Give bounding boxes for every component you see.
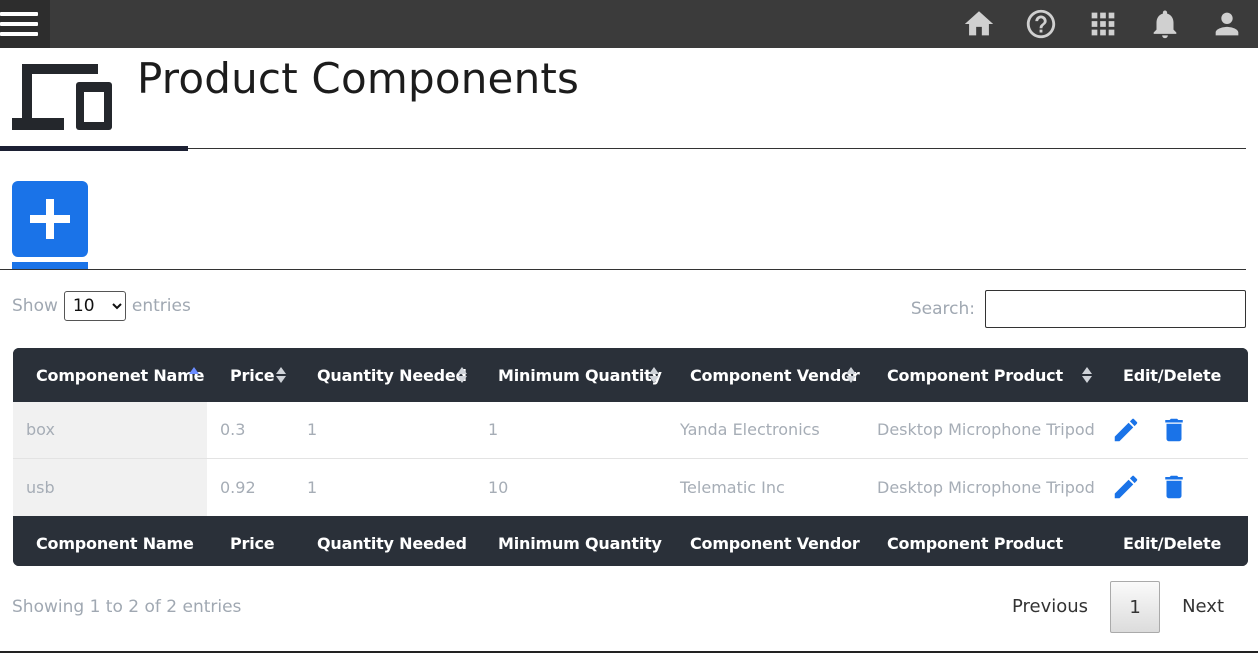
devices-icon — [12, 64, 112, 130]
next-button[interactable]: Next — [1160, 581, 1246, 633]
page-size-select[interactable]: 102550100 — [63, 291, 126, 321]
sort-icon — [276, 367, 286, 383]
col-header-actions: Edit/Delete — [1123, 365, 1222, 385]
pagination: Previous 1 Next — [990, 581, 1246, 633]
help-icon[interactable] — [1010, 0, 1072, 48]
cell-min-qty: 1 — [488, 420, 499, 440]
cell-actions — [1100, 457, 1248, 516]
table-info: Showing 1 to 2 of 2 entries — [12, 597, 242, 617]
cell-actions — [1100, 402, 1248, 458]
cell-name: box — [13, 402, 207, 458]
apps-grid-icon[interactable] — [1072, 0, 1134, 48]
col-header-product[interactable]: Component Product — [864, 348, 1100, 402]
col-footer-vendor: Component Vendor — [690, 533, 860, 553]
sort-icon — [457, 367, 467, 383]
edit-icon[interactable] — [1110, 414, 1142, 446]
cell-price: 0.92 — [207, 457, 294, 516]
cell-qty-needed: 1 — [294, 457, 475, 516]
cell-min-qty: 10 — [475, 457, 667, 516]
home-icon[interactable] — [948, 0, 1010, 48]
table-header-row: Componenet Name Price Quantity Needed Mi… — [13, 348, 1248, 402]
user-icon[interactable] — [1196, 0, 1258, 48]
col-header-price[interactable]: Price — [207, 348, 294, 402]
search-label: Search: — [910, 299, 975, 319]
search-box: Search: — [911, 290, 1246, 328]
cell-vendor: Yanda Electronics — [680, 420, 820, 440]
top-icons — [948, 0, 1258, 48]
menu-icon[interactable] — [0, 0, 50, 48]
cell-qty-needed: 1 — [307, 420, 318, 440]
bell-icon[interactable] — [1134, 0, 1196, 48]
previous-button[interactable]: Previous — [990, 581, 1110, 633]
page-title: Product Components — [137, 54, 580, 103]
toolbar-divider — [0, 269, 1246, 270]
components-table: Componenet Name Price Quantity Needed Mi… — [13, 348, 1248, 566]
cell-price: 0.3 — [220, 420, 246, 440]
col-footer-product: Component Product — [887, 533, 1063, 553]
delete-icon[interactable] — [1158, 414, 1190, 446]
table-row: box 0.3 1 1 Yanda Electronics Desktop Microph… — [13, 402, 1248, 458]
cell-name: usb — [13, 457, 207, 516]
add-component-button[interactable] — [12, 181, 88, 257]
sort-asc-icon — [189, 367, 199, 383]
cell-product: Desktop Microphone Tripod — [864, 457, 1100, 516]
col-footer-actions: Edit/Delete — [1123, 533, 1222, 553]
col-footer-name: Component Name — [36, 533, 194, 553]
table-row: usb 0.92 1 10 Telematic Inc Desktop Microphon… — [13, 457, 1248, 516]
top-bar — [0, 0, 1258, 48]
sort-icon — [846, 367, 856, 383]
sort-icon — [1082, 367, 1092, 383]
search-input[interactable] — [985, 290, 1246, 328]
col-footer-min-qty: Minimum Quantity — [498, 533, 662, 553]
header-accent-bar — [0, 146, 188, 151]
col-footer-price: Price — [230, 533, 275, 553]
col-header-min-qty[interactable]: Minimum Quantity — [475, 348, 667, 402]
show-label: Show — [12, 296, 58, 316]
col-header-name[interactable]: Componenet Name — [13, 348, 207, 402]
col-header-vendor[interactable]: Component Vendor — [667, 348, 864, 402]
col-header-qty-needed[interactable]: Quantity Needed — [294, 348, 475, 402]
edit-icon[interactable] — [1110, 471, 1142, 503]
entries-label: entries — [131, 296, 191, 316]
col-footer-qty-needed: Quantity Needed — [317, 533, 467, 553]
sort-icon — [649, 367, 659, 383]
cell-vendor: Telematic Inc — [667, 457, 864, 516]
delete-icon[interactable] — [1158, 471, 1190, 503]
plus-icon — [30, 199, 70, 239]
show-entries: Show 102550100 entries — [12, 291, 191, 321]
cell-product: Desktop Microphone Tripod — [877, 420, 1095, 440]
table-footer-row: Component Name Price Quantity Needed Min… — [13, 516, 1248, 566]
page-1-button[interactable]: 1 — [1110, 581, 1161, 633]
